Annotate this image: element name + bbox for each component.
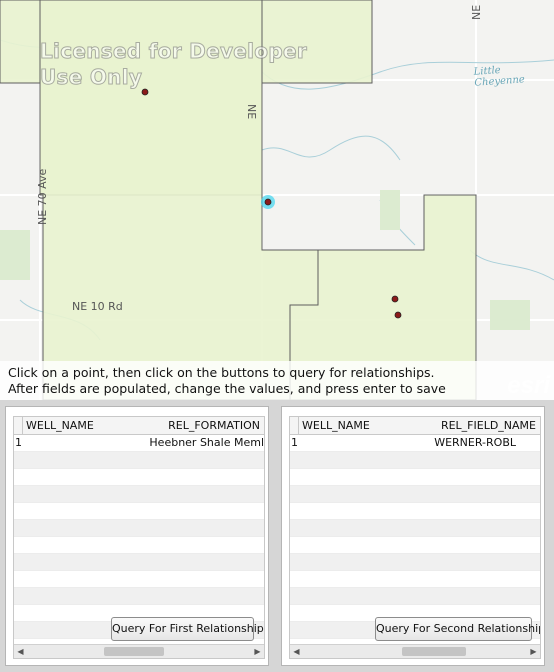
table-row[interactable]: 1 WERNER-ROBL xyxy=(290,435,540,452)
scroll-right-icon[interactable]: ▶ xyxy=(251,645,264,658)
rel-field-name-cell[interactable]: WERNER-ROBL xyxy=(434,436,516,449)
well-point[interactable] xyxy=(394,311,402,319)
watermark-line1: Licensed for Developer xyxy=(40,39,308,64)
empty-row xyxy=(290,486,540,503)
empty-row xyxy=(290,469,540,486)
field-name-grid[interactable]: WELL_NAME REL_FIELD_NAME 1 WERNER-ROBL Q… xyxy=(289,416,541,659)
scroll-left-icon[interactable]: ◀ xyxy=(290,645,303,658)
empty-row xyxy=(290,588,540,605)
empty-row xyxy=(14,537,264,554)
empty-row xyxy=(290,503,540,520)
grid-header: WELL_NAME REL_FIELD_NAME xyxy=(290,417,540,435)
query-second-relationship-button[interactable]: Query For Second Relationship xyxy=(375,617,540,641)
query-first-relationship-button[interactable]: Query For First Relationship xyxy=(111,617,264,641)
license-watermark: Licensed for Developer Use Only xyxy=(40,38,308,90)
esri-logo: esri xyxy=(507,372,550,399)
empty-row xyxy=(290,554,540,571)
empty-row xyxy=(14,469,264,486)
first-relationship-panel: WELL_NAME REL_FORMATION 1 Heebner Shale … xyxy=(5,406,269,666)
row-id: 1 xyxy=(291,436,298,449)
instructions-line1: Click on a point, then click on the butt… xyxy=(8,365,435,380)
row-header-cell xyxy=(14,417,23,434)
empty-row xyxy=(14,503,264,520)
watermark-line2: Use Only xyxy=(40,65,143,90)
map-view[interactable]: Licensed for Developer Use Only NE NE NE… xyxy=(0,0,554,400)
empty-row xyxy=(14,571,264,588)
second-relationship-panel: WELL_NAME REL_FIELD_NAME 1 WERNER-ROBL Q… xyxy=(281,406,545,666)
scroll-left-icon[interactable]: ◀ xyxy=(14,645,27,658)
empty-row xyxy=(14,486,264,503)
empty-row xyxy=(290,452,540,469)
horizontal-scrollbar[interactable]: ◀ ▶ xyxy=(290,644,540,658)
empty-row xyxy=(14,452,264,469)
scroll-thumb[interactable] xyxy=(104,647,164,656)
empty-row xyxy=(290,537,540,554)
col-header-rel-formation[interactable]: REL_FORMATION xyxy=(168,419,260,432)
formation-grid[interactable]: WELL_NAME REL_FORMATION 1 Heebner Shale … xyxy=(13,416,265,659)
scroll-right-icon[interactable]: ▶ xyxy=(527,645,540,658)
road-label-ne-mid: NE xyxy=(245,104,258,120)
col-header-rel-field-name[interactable]: REL_FIELD_NAME xyxy=(441,419,536,432)
scroll-thumb[interactable] xyxy=(402,647,466,656)
well-point-selected[interactable] xyxy=(264,198,272,206)
horizontal-scrollbar[interactable]: ◀ ▶ xyxy=(14,644,264,658)
rel-formation-cell[interactable]: Heebner Shale Meml xyxy=(149,436,264,449)
col-header-well-name[interactable]: WELL_NAME xyxy=(26,419,94,432)
empty-row xyxy=(290,571,540,588)
road-label-ne70: NE 70 Ave xyxy=(36,168,49,225)
empty-row xyxy=(14,554,264,571)
instructions-line2: After fields are populated, change the v… xyxy=(8,381,446,396)
col-header-well-name[interactable]: WELL_NAME xyxy=(302,419,370,432)
road-label-ne-top: NE xyxy=(470,4,483,20)
table-row[interactable]: 1 Heebner Shale Meml xyxy=(14,435,264,452)
instructions-overlay: Click on a point, then click on the butt… xyxy=(0,361,554,400)
empty-row xyxy=(14,520,264,537)
road-label-ne10: NE 10 Rd xyxy=(72,300,123,313)
empty-row xyxy=(14,588,264,605)
empty-row xyxy=(290,520,540,537)
row-header-cell xyxy=(290,417,299,434)
row-id: 1 xyxy=(15,436,22,449)
grid-header: WELL_NAME REL_FORMATION xyxy=(14,417,264,435)
well-point[interactable] xyxy=(391,295,399,303)
